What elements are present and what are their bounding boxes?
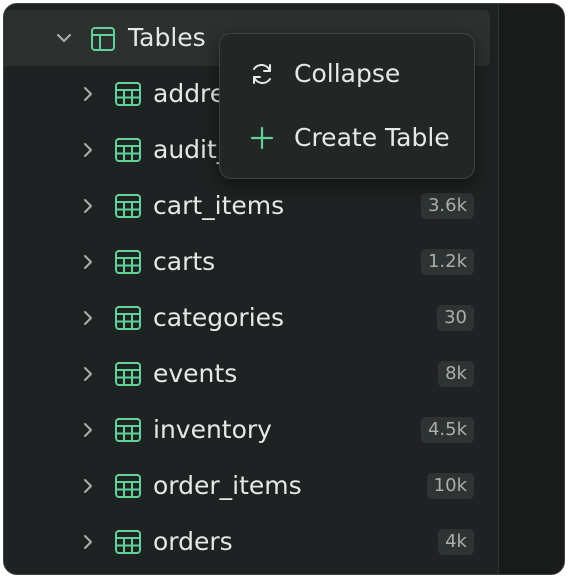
chevron-right-icon[interactable] bbox=[78, 196, 98, 216]
menu-item-label: Collapse bbox=[294, 59, 401, 88]
refresh-icon bbox=[253, 64, 271, 84]
table-row[interactable]: events 8k bbox=[4, 346, 490, 402]
chevron-right-icon[interactable] bbox=[78, 420, 98, 440]
chevron-down-icon[interactable] bbox=[54, 28, 74, 48]
row-count-badge: 3.6k bbox=[420, 193, 474, 219]
chevron-right-icon[interactable] bbox=[78, 140, 98, 160]
row-count-badge: 10k bbox=[426, 473, 474, 499]
explorer-panel: Tables addre audit_ cart_items 3.6k carts 1.2… bbox=[3, 3, 565, 575]
table-row[interactable]: carts 1.2k bbox=[4, 234, 490, 290]
table-row[interactable]: cart_items 3.6k bbox=[4, 178, 490, 234]
table-grid-icon bbox=[115, 250, 141, 274]
table-row[interactable]: categories 30 bbox=[4, 290, 490, 346]
chevron-right-icon[interactable] bbox=[78, 252, 98, 272]
table-grid-icon bbox=[115, 474, 141, 498]
menu-item-create-table[interactable]: Create Table bbox=[220, 108, 474, 168]
table-name: events bbox=[153, 359, 238, 388]
chevron-right-icon[interactable] bbox=[78, 364, 98, 384]
row-count-badge: 4k bbox=[438, 529, 474, 555]
table-layout-icon bbox=[91, 27, 115, 51]
table-name: order_items bbox=[153, 471, 302, 500]
table-grid-icon bbox=[115, 362, 141, 386]
side-gutter bbox=[498, 4, 564, 574]
row-count-badge: 8k bbox=[438, 361, 474, 387]
row-count-badge: 1.2k bbox=[420, 249, 474, 275]
menu-item-label: Create Table bbox=[294, 123, 450, 152]
table-name: cart_items bbox=[153, 191, 285, 220]
row-count-badge: 4.5k bbox=[420, 417, 474, 443]
table-name: inventory bbox=[153, 415, 272, 444]
table-name: addre bbox=[153, 79, 226, 108]
chevron-right-icon[interactable] bbox=[78, 84, 98, 104]
table-row[interactable]: inventory 4.5k bbox=[4, 402, 490, 458]
table-grid-icon bbox=[115, 530, 141, 554]
table-grid-icon bbox=[115, 306, 141, 330]
table-name: orders bbox=[153, 527, 233, 556]
chevron-right-icon[interactable] bbox=[78, 532, 98, 552]
menu-item-collapse[interactable]: Collapse bbox=[220, 44, 474, 104]
table-row[interactable]: orders 4k bbox=[4, 514, 490, 570]
chevron-right-icon[interactable] bbox=[78, 308, 98, 328]
row-count-badge: 30 bbox=[437, 305, 474, 331]
table-name: audit_ bbox=[153, 135, 230, 164]
table-row[interactable]: order_items 10k bbox=[4, 458, 490, 514]
table-name: carts bbox=[153, 247, 216, 276]
table-grid-icon bbox=[115, 82, 141, 106]
context-menu: Collapse Create Table bbox=[219, 33, 475, 179]
plus-icon bbox=[250, 126, 274, 150]
chevron-right-icon[interactable] bbox=[78, 476, 98, 496]
table-name: categories bbox=[153, 303, 285, 332]
table-grid-icon bbox=[115, 194, 141, 218]
table-grid-icon bbox=[115, 418, 141, 442]
table-grid-icon bbox=[115, 138, 141, 162]
tables-group-label: Tables bbox=[128, 23, 206, 52]
